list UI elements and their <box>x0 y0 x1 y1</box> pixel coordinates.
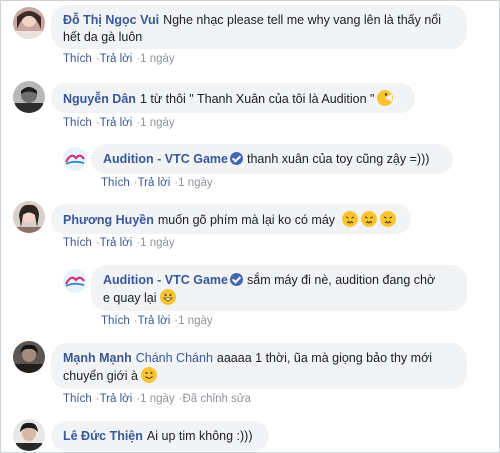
like-link[interactable]: Thích <box>63 53 92 65</box>
reply-link[interactable]: Trả lời <box>100 53 133 65</box>
comment-actions: Thích ·Trả lời ·1 ngày <box>63 53 175 65</box>
confounded-emoji <box>360 211 377 227</box>
reply-actions: Thích ·Trả lời ·1 ngày <box>101 315 213 327</box>
reply-link[interactable]: Trả lời <box>138 315 171 327</box>
avatar[interactable] <box>13 7 45 39</box>
comment-time[interactable]: 1 ngày <box>140 53 175 65</box>
reply-bubble: Audition - VTC Game thanh xuân của toy cũ… <box>91 144 453 174</box>
page-avatar[interactable] <box>63 147 87 171</box>
reply-text-cont: e quay lại <box>103 291 157 305</box>
comment-bubble: Nguyễn Dân 1 từ thôi " Thanh Xuân của tôi… <box>51 83 415 113</box>
comment-bubble: Phương Huyền muốn gõ phím mà lại ko có má… <box>51 204 411 234</box>
comment-actions: Thích ·Trả lời ·1 ngày <box>63 237 175 249</box>
like-link[interactable]: Thích <box>63 237 92 249</box>
comment-author[interactable]: Lê Đức Thiện <box>63 429 143 443</box>
avatar[interactable] <box>13 201 45 233</box>
comment-bubble: Mạnh Mạnh Chánh Chánh aaaaa 1 thời, ũa mà … <box>51 343 467 389</box>
comment-author[interactable]: Nguyễn Dân <box>63 92 136 106</box>
comment-text-cont: hết da gà luôn <box>63 30 143 44</box>
comment-text: Nghe nhạc please tell me why vang lên là… <box>163 13 442 27</box>
reply-link[interactable]: Trả lời <box>100 393 133 405</box>
comment-author[interactable]: Mạnh Mạnh <box>63 351 132 365</box>
like-link[interactable]: Thích <box>101 177 130 189</box>
avatar[interactable] <box>13 81 45 113</box>
like-link[interactable]: Thích <box>101 315 130 327</box>
like-link[interactable]: Thích <box>63 117 92 129</box>
comment-time[interactable]: 1 ngày <box>140 117 175 129</box>
reply-text: thanh xuân của toy cũng zậy =))) <box>247 152 430 166</box>
comment-text-cont: chuyển giới à <box>63 369 138 383</box>
reply-link[interactable]: Trả lời <box>100 117 133 129</box>
verified-badge-icon <box>230 273 243 286</box>
reply-author[interactable]: Audition - VTC Game <box>103 273 228 287</box>
avatar[interactable] <box>13 419 45 451</box>
reply-link[interactable]: Trả lời <box>100 237 133 249</box>
comment-actions: Thích ·Trả lời ·1 ngày ·Đã chỉnh sửa <box>63 393 251 405</box>
reply-time[interactable]: 1 ngày <box>178 315 213 327</box>
edited-label[interactable]: Đã chỉnh sửa <box>183 393 251 405</box>
comment-text: 1 từ thôi " Thanh Xuân của tôi là Auditi… <box>139 92 375 106</box>
comment-bubble: Đỗ Thị Ngọc Vui Nghe nhạc please tell me … <box>51 5 467 49</box>
comment-time[interactable]: 1 ngày <box>140 237 175 249</box>
comment-actions: Thích ·Trả lời ·1 ngày <box>63 117 175 129</box>
confounded-emoji <box>379 211 396 227</box>
page-avatar[interactable] <box>63 269 87 293</box>
smile-emoji <box>140 367 157 383</box>
comment-time[interactable]: 1 ngày <box>140 393 175 405</box>
comment-text: Ai up tim không :))) <box>146 429 253 443</box>
comment-author[interactable]: Phương Huyền <box>63 213 154 227</box>
comment-thread: Đỗ Thị Ngọc Vui Nghe nhạc please tell me … <box>0 0 500 453</box>
comment-bubble: Lê Đức Thiện Ai up tim không :))) <box>51 421 269 451</box>
comment-author[interactable]: Đỗ Thị Ngọc Vui <box>63 13 159 27</box>
pacman-emoji <box>377 90 394 106</box>
comment-text: aaaaa 1 thời, ũa mà giọng bảo thy mới <box>216 351 433 365</box>
avatar[interactable] <box>13 341 45 373</box>
comment-text: muốn gõ phím mà lại ko có máy <box>157 213 336 227</box>
verified-badge-icon <box>230 152 243 165</box>
reply-text: sắm máy đi nè, audition đang chờ <box>247 273 436 287</box>
reply-bubble: Audition - VTC Game sắm máy đi nè, auditi… <box>91 265 467 311</box>
reply-link[interactable]: Trả lời <box>138 177 171 189</box>
tagged-user[interactable]: Chánh Chánh <box>136 351 213 365</box>
reply-actions: Thích ·Trả lời ·1 ngày <box>101 177 213 189</box>
like-link[interactable]: Thích <box>63 393 92 405</box>
confounded-emoji <box>341 211 358 227</box>
reply-time[interactable]: 1 ngày <box>178 177 213 189</box>
grinning-emoji <box>159 289 176 305</box>
reply-author[interactable]: Audition - VTC Game <box>103 152 228 166</box>
